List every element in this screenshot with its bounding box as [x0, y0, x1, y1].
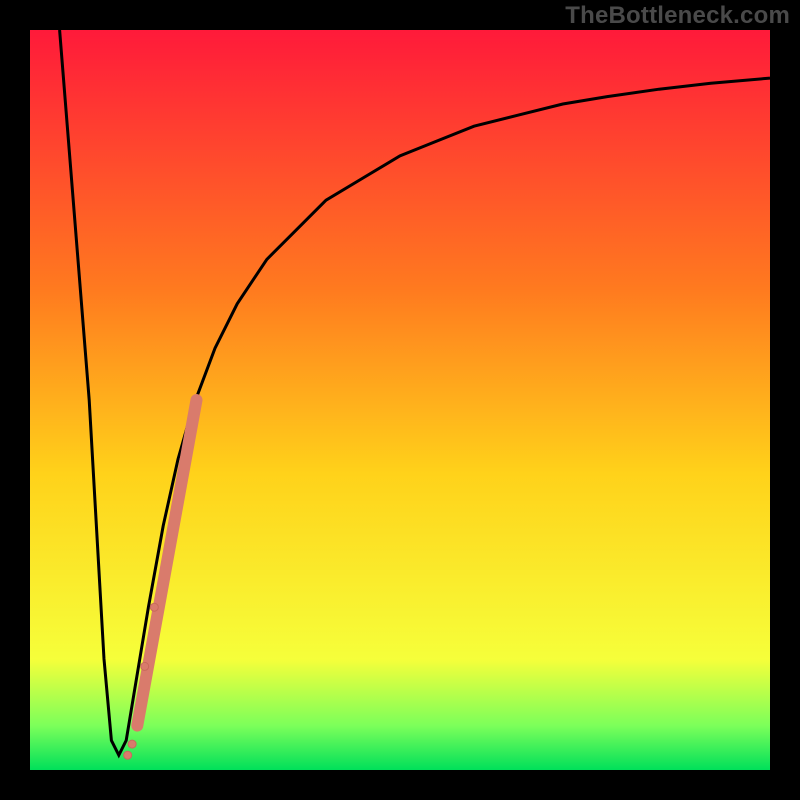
- watermark-label: TheBottleneck.com: [565, 2, 790, 30]
- chart-frame: TheBottleneck.com: [0, 0, 800, 800]
- bottleneck-chart: [0, 0, 800, 800]
- marker-dot: [141, 662, 149, 670]
- marker-dot: [128, 740, 136, 748]
- marker-dot: [150, 603, 158, 611]
- marker-dot: [124, 751, 132, 759]
